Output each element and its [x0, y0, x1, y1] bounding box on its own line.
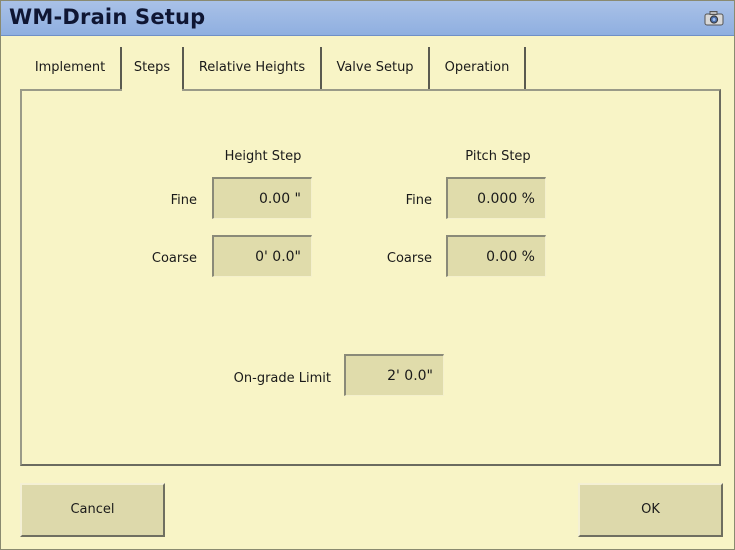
height-fine-label: Fine: [170, 193, 197, 208]
ok-button[interactable]: OK: [578, 483, 723, 537]
cancel-button-label: Cancel: [70, 502, 115, 517]
pitch-fine-label: Fine: [405, 193, 432, 208]
on-grade-limit-label: On-grade Limit: [233, 371, 331, 386]
pitch-fine-field[interactable]: 0.000 %: [446, 177, 546, 219]
tab-operation[interactable]: Operation: [430, 47, 526, 89]
pitch-coarse-label: Coarse: [386, 251, 432, 266]
steps-panel: [20, 89, 721, 466]
title-bar: WM-Drain Setup: [1, 1, 734, 36]
on-grade-limit-field[interactable]: 2' 0.0": [344, 354, 444, 396]
tab-implement-label: Implement: [34, 60, 106, 75]
tab-implement[interactable]: Implement: [20, 47, 122, 89]
tab-valve-setup-label: Valve Setup: [336, 60, 414, 75]
tab-relative-heights-label: Relative Heights: [198, 60, 306, 75]
window-title: WM-Drain Setup: [9, 5, 206, 29]
tab-relative-heights[interactable]: Relative Heights: [184, 47, 322, 89]
height-coarse-field[interactable]: 0' 0.0": [212, 235, 312, 277]
pitch-coarse-field[interactable]: 0.00 %: [446, 235, 546, 277]
cancel-button[interactable]: Cancel: [20, 483, 165, 537]
ok-button-label: OK: [641, 502, 660, 517]
tab-steps[interactable]: Steps: [122, 47, 184, 89]
camera-icon[interactable]: [704, 10, 724, 26]
height-fine-field[interactable]: 0.00 ": [212, 177, 312, 219]
setup-window: WM-Drain Setup Implement Steps Relative …: [0, 0, 735, 550]
tab-operation-label: Operation: [444, 60, 510, 75]
active-tab-gap: [122, 87, 182, 91]
tab-steps-label: Steps: [133, 60, 171, 75]
pitch-step-header: Pitch Step: [465, 149, 531, 164]
height-coarse-label: Coarse: [151, 251, 197, 266]
tab-valve-setup[interactable]: Valve Setup: [322, 47, 430, 89]
height-step-header: Height Step: [224, 149, 302, 164]
